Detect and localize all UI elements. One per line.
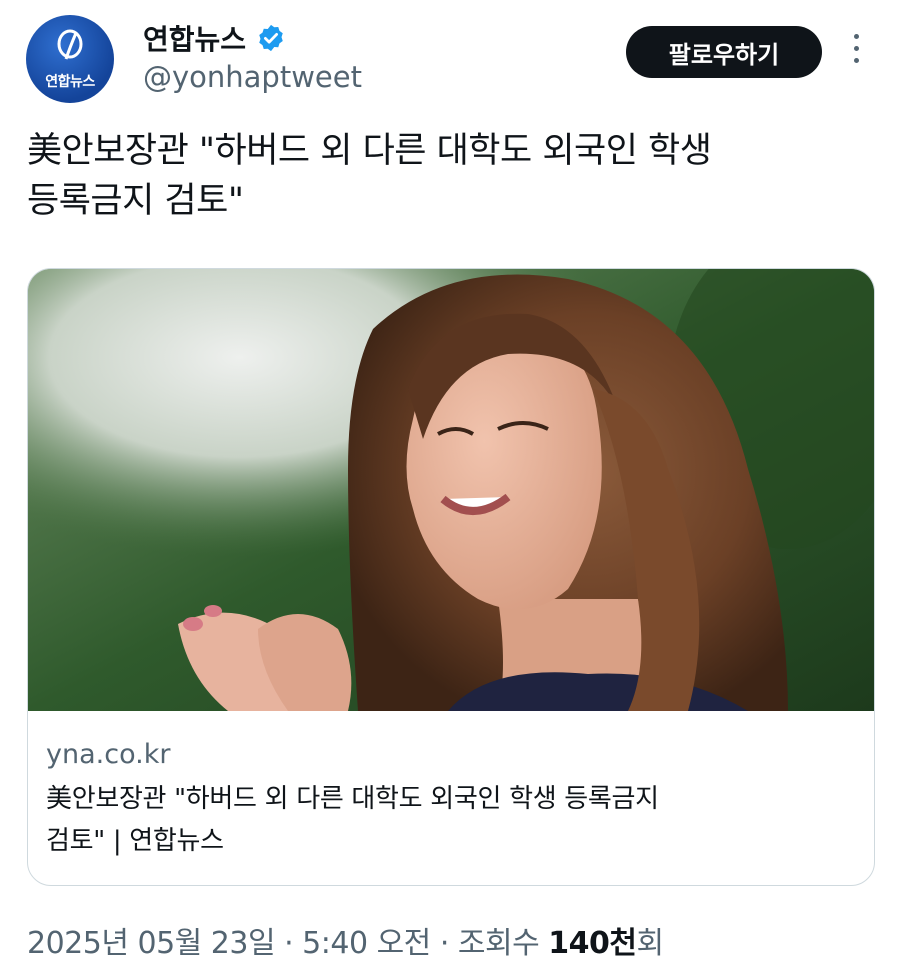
display-name[interactable]: 연합뉴스 bbox=[143, 18, 246, 58]
card-title: 美안보장관 "하버드 외 다른 대학도 외국인 학생 등록금지 검토" | 연합… bbox=[46, 778, 866, 862]
card-meta: yna.co.kr 美안보장관 "하버드 외 다른 대학도 외국인 학생 등록금… bbox=[46, 739, 866, 862]
tweet-datetime[interactable]: 2025년 05월 23일 · 5:40 오전 bbox=[27, 926, 431, 961]
avatar-label: 연합뉴스 bbox=[45, 74, 95, 90]
account-handle[interactable]: @yonhaptweet bbox=[143, 60, 362, 94]
name-row: 연합뉴스 bbox=[143, 18, 286, 58]
link-preview-card[interactable]: yna.co.kr 美안보장관 "하버드 외 다른 대학도 외국인 학생 등록금… bbox=[27, 268, 875, 886]
tweet-text-line: 등록금지 검토" bbox=[27, 181, 244, 221]
views-count[interactable]: 140천 bbox=[548, 926, 637, 961]
yonhap-logo-icon bbox=[57, 29, 83, 60]
more-options-icon[interactable] bbox=[846, 34, 866, 68]
meta-separator: · bbox=[430, 926, 458, 961]
avatar[interactable]: 연합뉴스 bbox=[26, 15, 114, 103]
card-domain: yna.co.kr bbox=[46, 739, 171, 770]
follow-button[interactable]: 팔로우하기 bbox=[626, 26, 822, 78]
views-label: 조회수 bbox=[457, 926, 549, 961]
views-suffix: 회 bbox=[636, 926, 664, 961]
card-image[interactable] bbox=[28, 269, 874, 711]
card-title-line: 검토" | 연합뉴스 bbox=[46, 826, 224, 856]
tweet-metadata: 2025년 05월 23일 · 5:40 오전 · 조회수 140천회 bbox=[27, 918, 664, 962]
verified-badge-icon bbox=[259, 24, 283, 52]
tweet-text-line: 美안보장관 "하버드 외 다른 대학도 외국인 학생 bbox=[27, 131, 712, 171]
tweet-text: 美안보장관 "하버드 외 다른 대학도 외국인 학생 등록금지 검토" bbox=[27, 126, 877, 226]
card-title-line: 美안보장관 "하버드 외 다른 대학도 외국인 학생 등록금지 bbox=[46, 784, 659, 814]
